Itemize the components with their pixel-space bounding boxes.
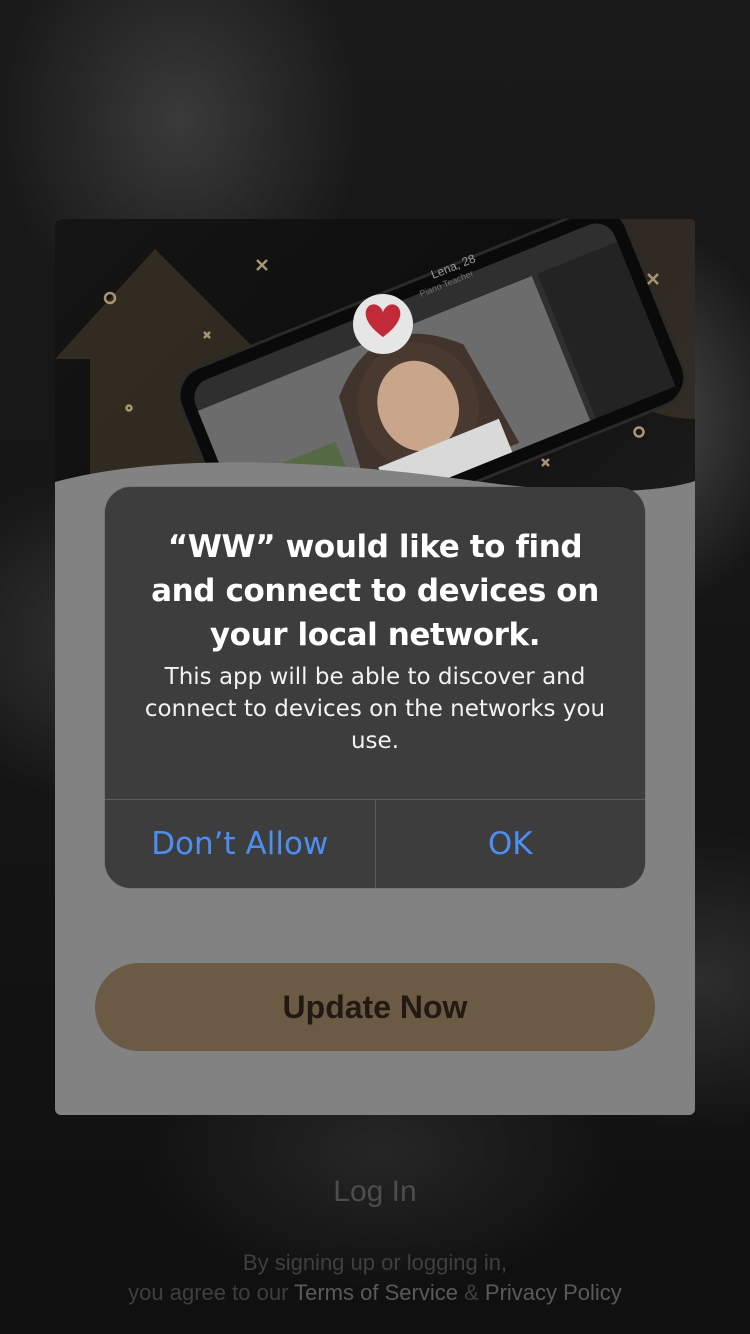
hero-image: Lena, 28 Piano Teacher — [55, 219, 695, 509]
alert-message: This app will be able to discover and co… — [144, 664, 606, 754]
update-now-button[interactable]: Update Now — [95, 963, 655, 1051]
alert-body: “WW” would like to find and connect to d… — [105, 487, 645, 799]
legal-line-1: By signing up or logging in, — [242, 1250, 508, 1275]
terms-link[interactable]: Terms of Service — [294, 1280, 458, 1305]
legal-prefix: you agree to our — [128, 1280, 289, 1305]
ok-button[interactable]: OK — [374, 800, 645, 888]
privacy-link[interactable]: Privacy Policy — [485, 1280, 622, 1305]
permission-alert: “WW” would like to find and connect to d… — [105, 487, 645, 888]
dont-allow-button[interactable]: Don’t Allow — [105, 800, 375, 888]
legal-text: By signing up or logging in, you agree t… — [0, 1248, 750, 1308]
legal-amp: & — [464, 1280, 479, 1305]
screen: Log In By signing up or logging in, you … — [0, 0, 750, 1334]
legal-line-2: you agree to our Terms of Service & Priv… — [0, 1278, 750, 1308]
alert-actions: Don’t Allow OK — [105, 799, 645, 888]
login-button[interactable]: Log In — [0, 1175, 750, 1209]
alert-title: “WW” would like to find and connect to d… — [151, 529, 599, 653]
hero-illustration: Lena, 28 Piano Teacher — [55, 219, 695, 509]
